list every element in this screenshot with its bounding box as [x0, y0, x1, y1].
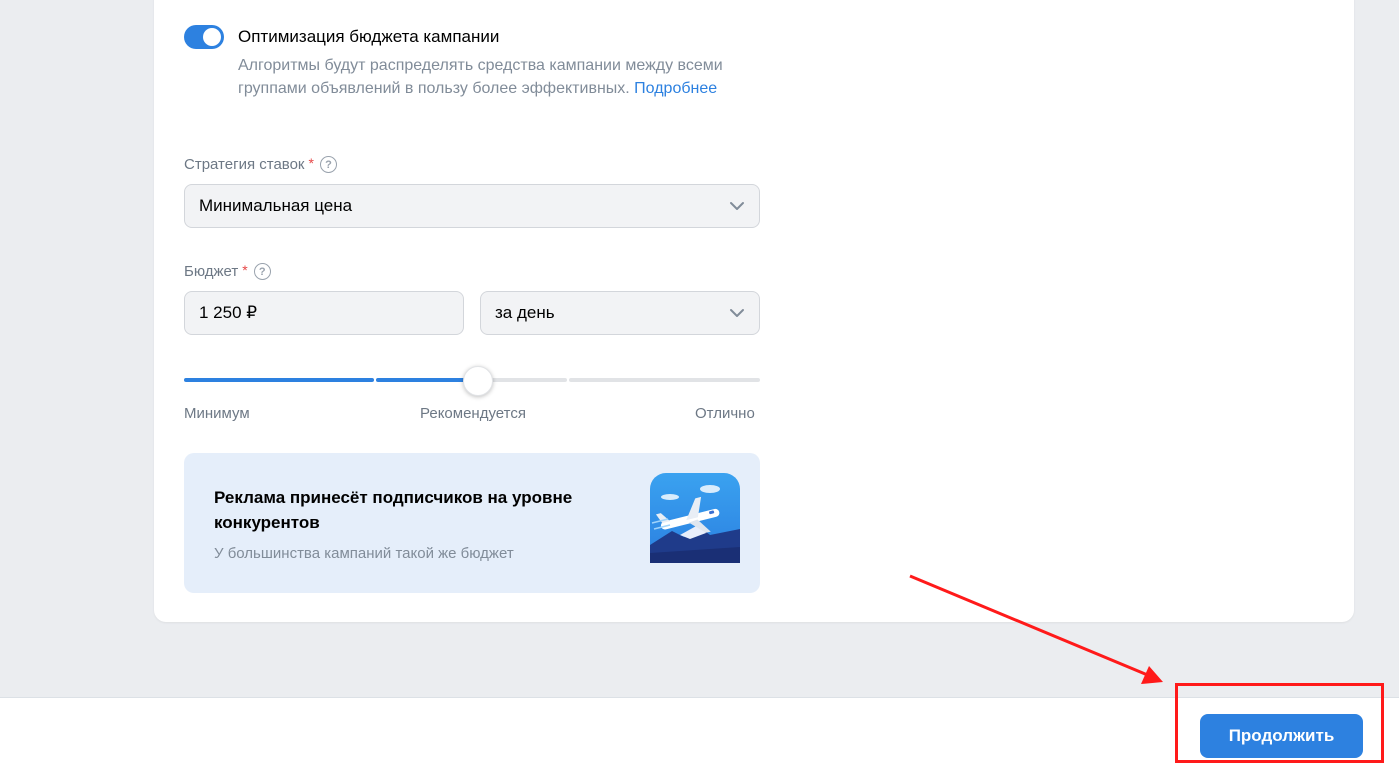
budget-optimization-title: Оптимизация бюджета кампании	[238, 27, 500, 46]
budget-label-text: Бюджет	[184, 263, 239, 280]
budget-period-select[interactable]: за день	[480, 291, 760, 335]
slider-segment-filled	[184, 378, 374, 382]
budget-period-value: за день	[495, 303, 555, 322]
bid-strategy-label-text: Стратегия ставок	[184, 156, 305, 173]
forecast-title: Реклама принесёт подписчиков на уровне к…	[214, 488, 573, 532]
page: Оптимизация бюджета кампании Алгоритмы б…	[0, 0, 1399, 766]
budget-amount-value: 1 250 ₽	[199, 303, 258, 322]
forecast-subtitle: У большинства кампаний такой же бюджет	[214, 545, 514, 562]
airplane-illustration-icon	[650, 473, 740, 563]
budget-optimization-description: Алгоритмы будут распределять средства ка…	[238, 55, 728, 100]
required-mark: *	[242, 261, 248, 278]
budget-label: Бюджет * ?	[184, 261, 271, 280]
slider-segment-empty	[569, 378, 760, 382]
slider-label-recommended: Рекомендуется	[420, 405, 526, 422]
chevron-down-icon	[730, 202, 744, 210]
help-icon[interactable]: ?	[319, 156, 337, 173]
help-icon[interactable]: ?	[253, 263, 271, 280]
slider-label-max: Отлично	[695, 405, 755, 422]
bid-strategy-select[interactable]: Минимальная цена	[184, 184, 760, 228]
chevron-down-icon	[730, 309, 744, 317]
bid-strategy-value: Минимальная цена	[199, 196, 353, 215]
budget-slider-thumb[interactable]	[463, 366, 493, 396]
more-link[interactable]: Подробнее	[634, 80, 717, 97]
toggle-knob	[203, 28, 221, 46]
required-mark: *	[308, 154, 314, 171]
bid-strategy-label: Стратегия ставок * ?	[184, 154, 337, 173]
slider-label-min: Минимум	[184, 405, 250, 422]
budget-amount-input[interactable]: 1 250 ₽	[184, 291, 464, 335]
annotation-highlight-box	[1175, 683, 1384, 763]
budget-optimization-toggle[interactable]	[184, 25, 224, 49]
